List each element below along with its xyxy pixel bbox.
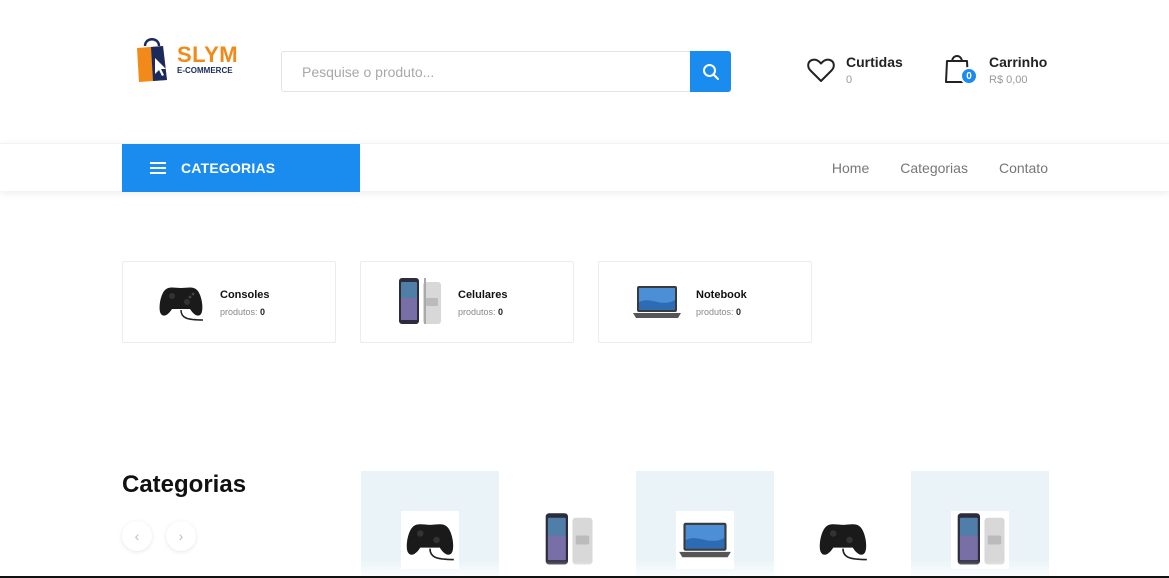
cart-widget[interactable]: 0 Carrinho R$ 0,00	[944, 52, 1047, 88]
nav-link-contato[interactable]: Contato	[999, 160, 1048, 176]
brand-logo[interactable]: SLYM E-COMMERCE	[133, 34, 253, 84]
chevron-left-icon: ‹	[134, 528, 140, 544]
brand-tagline: E-COMMERCE	[177, 65, 233, 75]
search-bar	[281, 51, 731, 92]
nav-menu: Home Categorias Contato	[832, 144, 1048, 192]
main-navbar: CATEGORIAS Home Categorias Contato	[0, 143, 1169, 192]
category-card-celulares[interactable]: Celulares produtos: 0	[360, 261, 574, 343]
search-input[interactable]	[282, 52, 690, 91]
category-cards: Consoles produtos: 0 Celulares produtos:…	[122, 261, 812, 343]
categories-menu-button[interactable]: CATEGORIAS	[122, 144, 360, 192]
chevron-right-icon: ›	[178, 528, 184, 544]
cart-icon-wrap: 0	[944, 52, 978, 86]
heart-icon	[807, 58, 835, 82]
carousel-next-button[interactable]: ›	[166, 521, 196, 551]
phone-icon	[393, 276, 445, 328]
cart-title: Carrinho	[989, 54, 1048, 70]
category-card-notebook[interactable]: Notebook produtos: 0	[598, 261, 812, 343]
category-name: Notebook	[696, 288, 747, 301]
favorites-title: Curtidas	[846, 54, 903, 70]
favorites-count: 0	[846, 74, 853, 86]
search-button[interactable]	[690, 51, 731, 92]
categories-menu-label: CATEGORIAS	[181, 160, 276, 176]
section-title: Categorias	[122, 471, 247, 498]
nav-link-categorias[interactable]: Categorias	[900, 160, 968, 176]
category-count: produtos: 0	[220, 306, 266, 317]
cart-count-badge: 0	[960, 67, 978, 85]
laptop-icon	[631, 276, 683, 328]
favorites-widget[interactable]: Curtidas 0	[806, 52, 903, 88]
shopping-bag-logo-icon	[137, 38, 167, 82]
carousel-prev-button[interactable]: ‹	[122, 521, 152, 551]
category-name: Celulares	[458, 288, 508, 301]
cart-total: R$ 0,00	[989, 74, 1028, 86]
controller-icon	[155, 276, 207, 328]
search-icon	[702, 63, 719, 80]
category-count: produtos: 0	[458, 306, 504, 317]
nav-link-home[interactable]: Home	[832, 160, 869, 176]
category-count: produtos: 0	[696, 306, 742, 317]
hamburger-icon	[150, 162, 166, 174]
category-card-consoles[interactable]: Consoles produtos: 0	[122, 261, 336, 343]
brand-name: SLYM	[177, 41, 239, 67]
category-name: Consoles	[220, 288, 270, 301]
